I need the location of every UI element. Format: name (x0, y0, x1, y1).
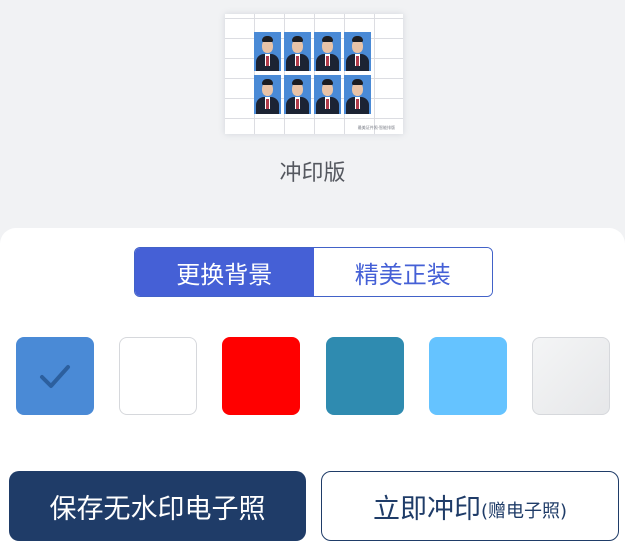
swatch-white[interactable] (119, 337, 197, 415)
print-button-sub-label: (赠电子照) (480, 501, 568, 522)
background-color-swatches (16, 337, 612, 417)
save-button-label: 保存无水印电子照 (49, 493, 266, 525)
print-button-label: 立即冲印 (372, 493, 481, 525)
checkmark-icon (40, 365, 70, 388)
id-photo (344, 75, 371, 114)
print-sheet-preview: 最美证件照·智能排版 (225, 14, 403, 134)
id-photo (254, 75, 281, 114)
id-photo (314, 75, 341, 114)
id-photo (284, 75, 311, 114)
id-photo (284, 32, 311, 71)
swatch-light-blue[interactable] (429, 337, 507, 415)
id-photo (344, 32, 371, 71)
swatch-red[interactable] (222, 337, 300, 415)
swatch-teal[interactable] (326, 337, 404, 415)
print-now-button[interactable]: 立即冲印 (赠电子照) (321, 471, 619, 541)
id-photo (314, 32, 341, 71)
tab-bar: 更换背景 精美正装 (134, 247, 493, 297)
page: 最美证件照·智能排版 冲印版 更换背景 精美正装 保存无水印电子照 立即冲印 (赠… (0, 0, 625, 546)
id-photo (254, 32, 281, 71)
tab-formal-wear[interactable]: 精美正装 (313, 248, 492, 296)
swatch-gray-gradient[interactable] (532, 337, 610, 415)
swatch-blue[interactable] (16, 337, 94, 415)
sheet-caption: 最美证件照·智能排版 (357, 125, 395, 130)
tab-change-background[interactable]: 更换背景 (135, 248, 314, 296)
preview-label: 冲印版 (279, 161, 346, 186)
options-panel: 更换背景 精美正装 保存无水印电子照 立即冲印 (赠电子照) (0, 228, 625, 546)
save-watermark-free-button[interactable]: 保存无水印电子照 (9, 471, 306, 541)
